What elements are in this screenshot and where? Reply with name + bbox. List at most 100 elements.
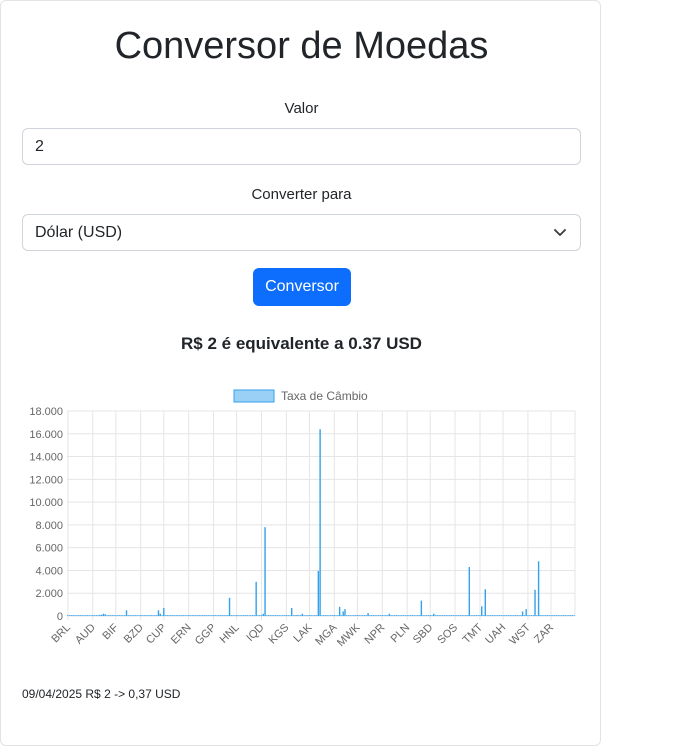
bar <box>196 615 199 616</box>
bar <box>97 615 99 616</box>
bar <box>427 615 430 616</box>
bar <box>544 615 547 616</box>
bar <box>143 615 145 616</box>
bar <box>461 615 463 616</box>
y-tick-label: 18.000 <box>29 406 63 418</box>
bar <box>299 615 302 616</box>
bar <box>367 613 369 616</box>
bar <box>241 615 243 616</box>
bar <box>86 615 89 616</box>
bar <box>225 615 227 616</box>
bar <box>203 615 206 616</box>
bar <box>164 615 167 616</box>
bar <box>102 613 105 616</box>
bar <box>532 615 534 616</box>
bar <box>381 615 383 616</box>
bar <box>397 615 399 616</box>
bar <box>369 615 371 616</box>
bar <box>207 615 209 616</box>
bar <box>495 615 497 616</box>
bar <box>223 615 225 616</box>
bar <box>395 615 398 616</box>
bar <box>314 615 316 616</box>
bar <box>340 615 343 616</box>
bar <box>328 615 330 616</box>
bar <box>425 615 428 616</box>
x-tick-label: TMT <box>461 621 486 646</box>
bar <box>228 597 231 616</box>
bar <box>301 613 304 616</box>
bar <box>179 615 181 616</box>
bar <box>440 615 442 616</box>
exchange-rate-chart: Taxa de Câmbio 0 2.000 4.000 6.000 8.000 10.00… <box>29 389 576 649</box>
y-tick-label: 14.000 <box>29 452 63 464</box>
bar <box>553 615 556 616</box>
amount-input-value: 2 <box>35 137 44 155</box>
bar <box>218 615 220 616</box>
bar <box>319 429 321 616</box>
y-tick-label: 10.000 <box>29 497 63 509</box>
legend-swatch <box>233 389 275 403</box>
bar <box>269 615 272 616</box>
bar <box>118 615 121 616</box>
bar <box>84 615 87 616</box>
bar <box>351 615 353 616</box>
target-currency-select[interactable]: Dólar (USD) <box>22 214 581 251</box>
bar <box>72 615 74 616</box>
bar <box>131 615 133 616</box>
bar <box>491 615 494 616</box>
bar <box>498 615 501 616</box>
bar <box>132 615 135 616</box>
bar <box>411 615 414 616</box>
y-tick-label: 6.000 <box>35 543 63 555</box>
bar <box>511 615 513 616</box>
bar <box>528 615 531 616</box>
bar <box>555 615 558 616</box>
bar <box>486 615 488 616</box>
convert-button[interactable]: Conversor <box>253 268 351 306</box>
bar <box>347 615 350 616</box>
bar <box>374 615 376 616</box>
bar <box>260 615 263 616</box>
bar <box>568 615 570 616</box>
bar <box>516 615 518 616</box>
bar <box>81 615 83 616</box>
bar <box>523 615 526 616</box>
bar <box>216 615 218 616</box>
bar <box>484 589 487 616</box>
conversion-result: R$ 2 é equivalente a 0.37 USD <box>181 334 422 353</box>
bar <box>276 615 279 616</box>
y-tick-label: 2.000 <box>35 588 63 600</box>
bar <box>502 615 504 616</box>
chevron-down-icon <box>554 229 566 236</box>
bar <box>399 615 401 616</box>
bar <box>550 615 552 616</box>
bar <box>326 615 328 616</box>
bar <box>306 615 309 616</box>
bar <box>370 615 373 616</box>
bar <box>154 615 156 616</box>
bar <box>150 615 153 616</box>
bar <box>560 615 563 616</box>
bar <box>292 615 295 616</box>
bar <box>342 611 344 616</box>
bar <box>433 613 435 616</box>
bar <box>418 615 421 616</box>
bar <box>383 615 385 616</box>
amount-input[interactable]: 2 <box>22 128 581 165</box>
bar <box>141 615 144 616</box>
bar <box>100 614 103 616</box>
bar <box>365 615 368 616</box>
bar <box>310 615 312 616</box>
bar <box>422 615 424 616</box>
bar <box>282 615 284 616</box>
bar <box>93 615 96 616</box>
bar <box>466 615 469 616</box>
bar <box>386 615 389 616</box>
bar <box>378 615 380 616</box>
bar <box>95 615 98 616</box>
bar <box>360 615 362 616</box>
bar <box>115 615 117 616</box>
bar <box>450 615 453 616</box>
bar <box>184 615 186 616</box>
